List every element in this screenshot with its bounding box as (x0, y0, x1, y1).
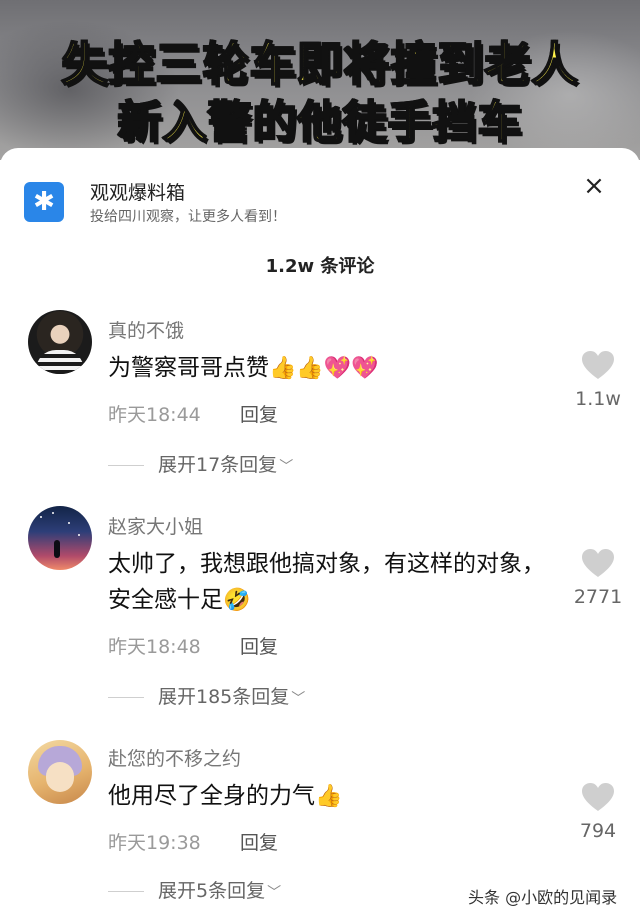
chevron-down-icon: ﹀ (267, 884, 282, 901)
comment-username[interactable]: 赴您的不移之约 (108, 744, 241, 771)
expand-replies-button[interactable]: 展开185条回复 ﹀ (108, 682, 305, 709)
like-button[interactable]: 794 (560, 782, 636, 842)
avatar-graphic (52, 512, 54, 514)
divider (108, 465, 144, 466)
reply-button[interactable]: 回复 (240, 400, 278, 427)
avatar-graphic (78, 534, 80, 536)
reply-button[interactable]: 回复 (240, 828, 278, 855)
comment-count-title: 1.2w 条评论 (265, 256, 375, 277)
comment-text-body: 太帅了，我想跟他搞对象，有这样的对象，安全感十足 (108, 551, 545, 613)
like-button[interactable]: 1.1w (560, 350, 636, 410)
comment-timestamp: 昨天19:38 (108, 832, 201, 854)
comment-username[interactable]: 真的不饿 (108, 316, 184, 343)
like-count: 794 (579, 820, 617, 842)
avatar[interactable] (28, 506, 92, 570)
avatar[interactable] (28, 740, 92, 804)
source-account[interactable]: ✱ 观观爆料箱 投给四川观察，让更多人看到！ (24, 178, 584, 226)
watermark: 头条 @小欧的见闻录 (468, 888, 618, 907)
expand-replies-label: 展开185条回复 (158, 686, 290, 708)
heart-icon (582, 783, 614, 811)
heart-icon (582, 351, 614, 379)
video-banner: 失控三轮车即将撞到老人 新入警的他徒手挡车 (0, 0, 640, 160)
emoji-thumbs-up-icon: 👍👍💖💖 (269, 356, 379, 381)
comment-text: 太帅了，我想跟他搞对象，有这样的对象，安全感十足🤣 (108, 546, 548, 619)
expand-replies-button[interactable]: 展开17条回复 ﹀ (108, 450, 293, 477)
comment-text-body: 他用尽了全身的力气 (108, 783, 315, 809)
avatar-graphic (46, 762, 74, 792)
comment-timestamp: 昨天18:48 (108, 636, 201, 658)
heart-icon (582, 549, 614, 577)
avatar-graphic (36, 350, 84, 374)
source-subtitle: 投给四川观察，让更多人看到！ (90, 209, 286, 225)
expand-replies-button[interactable]: 展开5条回复 ﹀ (108, 876, 281, 903)
expand-replies-label: 展开5条回复 (158, 880, 266, 902)
comment-timestamp: 昨天18:44 (108, 404, 201, 426)
source-name: 观观爆料箱 (90, 182, 186, 204)
comment-username[interactable]: 赵家大小姐 (108, 512, 203, 539)
avatar-graphic (68, 522, 70, 524)
comment-text-body: 为警察哥哥点赞 (108, 355, 269, 381)
reply-button[interactable]: 回复 (240, 632, 278, 659)
comment-text: 为警察哥哥点赞👍👍💖💖 (108, 350, 548, 387)
emoji-thumbs-up-icon: 👍 (315, 784, 343, 809)
avatar[interactable] (28, 310, 92, 374)
banner-title-line-1: 失控三轮车即将撞到老人 (61, 36, 579, 92)
banner-title-line-2: 新入警的他徒手挡车 (117, 96, 523, 149)
chevron-down-icon: ﹀ (279, 458, 294, 475)
close-icon[interactable]: × (578, 170, 610, 202)
like-button[interactable]: 2771 (560, 548, 636, 608)
like-count: 1.1w (575, 388, 621, 410)
emoji-laughing-icon: 🤣 (223, 588, 251, 613)
chevron-down-icon: ﹀ (291, 690, 306, 707)
avatar-graphic (40, 516, 42, 518)
asterisk-icon: ✱ (24, 182, 64, 222)
avatar-graphic (54, 540, 60, 558)
divider (108, 697, 144, 698)
expand-replies-label: 展开17条回复 (158, 454, 278, 476)
comment-text: 他用尽了全身的力气👍 (108, 778, 548, 815)
divider (108, 891, 144, 892)
like-count: 2771 (573, 586, 623, 608)
